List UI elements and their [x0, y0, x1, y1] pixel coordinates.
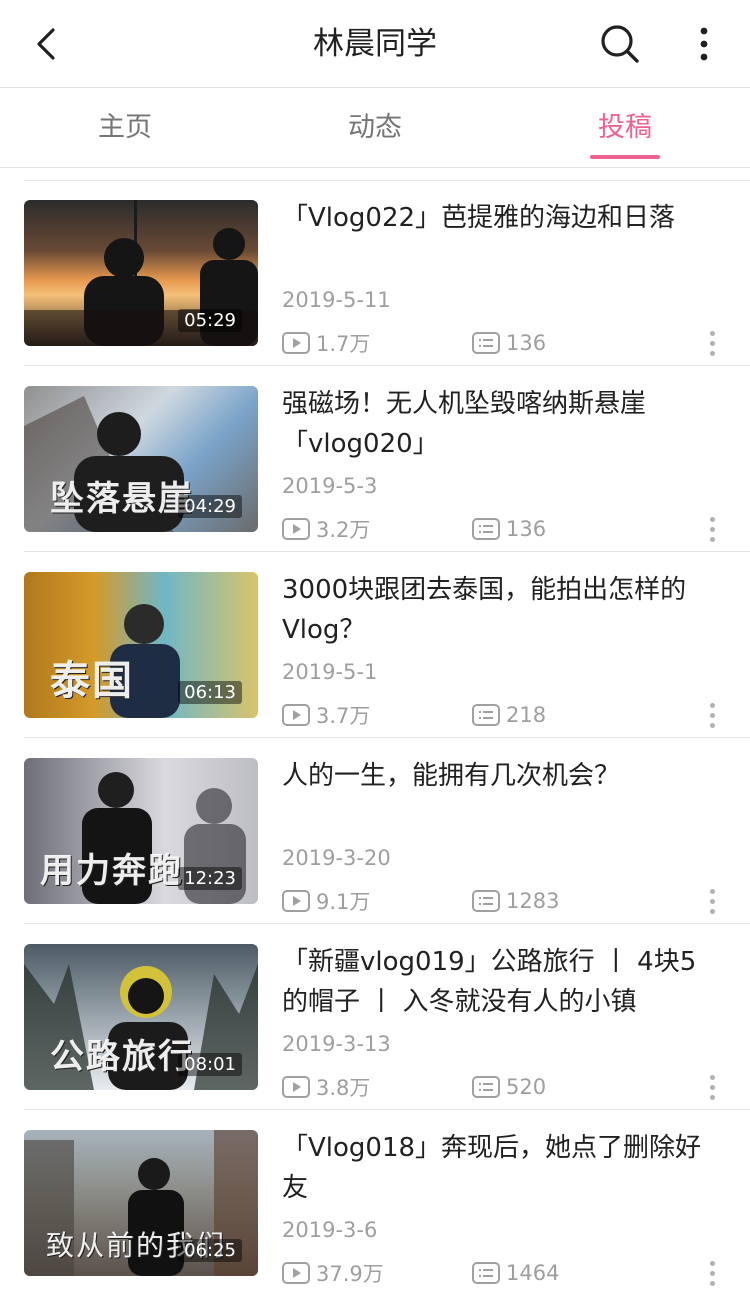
video-date: 2019-3-20 [282, 846, 391, 870]
search-icon [601, 25, 639, 63]
item-menu-icon [709, 1074, 715, 1080]
item-menu-button[interactable] [696, 1070, 728, 1104]
video-item[interactable]: 公路旅行 08:01 「新疆vlog019」公路旅行 丨 4块5的帽子 丨 入冬… [0, 924, 750, 1110]
item-menu-icon [709, 516, 715, 522]
duration-badge: 04:29 [178, 495, 242, 518]
tab-activity[interactable]: 动态 [250, 88, 500, 168]
play-count-value: 9.1万 [316, 890, 371, 914]
video-title[interactable]: 「Vlog018」奔现后，她点了删除好友 [282, 1128, 722, 1208]
item-menu-button[interactable] [696, 698, 728, 732]
play-count-value: 3.8万 [316, 1076, 371, 1100]
comment-count: 520 [472, 1072, 546, 1102]
back-button[interactable] [22, 22, 70, 66]
app-header: 林晨同学 [0, 0, 750, 88]
comment-icon [472, 1076, 500, 1098]
comment-icon [472, 332, 500, 354]
comment-count: 1283 [472, 886, 559, 916]
play-count-value: 1.7万 [316, 332, 371, 356]
video-thumbnail[interactable]: 泰国 06:13 [24, 572, 258, 718]
comment-count: 136 [472, 514, 546, 544]
play-count: 1.7万 [282, 328, 370, 358]
search-button[interactable] [596, 22, 644, 66]
comment-icon [472, 1262, 500, 1284]
comment-count: 1464 [472, 1258, 559, 1288]
comment-icon [472, 704, 500, 726]
video-item[interactable]: 坠落悬崖 04:29 强磁场！无人机坠毁喀纳斯悬崖「vlog020」 2019-… [0, 366, 750, 552]
video-title[interactable]: 「新疆vlog019」公路旅行 丨 4块5的帽子 丨 入冬就没有人的小镇 [282, 942, 722, 1022]
video-item[interactable]: 泰国 06:13 3000块跟团去泰国，能拍出怎样的Vlog？ 2019-5-1… [0, 552, 750, 738]
back-arrow-icon [37, 28, 55, 60]
item-menu-icon [709, 1260, 715, 1266]
video-thumbnail[interactable]: 用力奔跑 12:23 [24, 758, 258, 904]
duration-badge: 05:29 [178, 309, 242, 332]
item-menu-button[interactable] [696, 1256, 728, 1290]
video-title[interactable]: 3000块跟团去泰国，能拍出怎样的Vlog？ [282, 570, 722, 650]
play-count-icon [282, 518, 310, 540]
video-date: 2019-5-1 [282, 660, 378, 684]
video-date: 2019-3-6 [282, 1218, 378, 1242]
tab-home[interactable]: 主页 [0, 88, 250, 168]
play-count: 9.1万 [282, 886, 370, 916]
comment-icon [472, 890, 500, 912]
item-menu-icon [709, 888, 715, 894]
play-count: 3.2万 [282, 514, 370, 544]
comment-count-value: 136 [506, 331, 547, 355]
video-title[interactable]: 人的一生，能拥有几次机会？ [282, 756, 722, 796]
thumbnail-caption: 坠落悬崖 [50, 479, 194, 519]
duration-badge: 06:13 [178, 681, 242, 704]
more-vertical-icon [700, 27, 708, 61]
video-title[interactable]: 强磁场！无人机坠毁喀纳斯悬崖「vlog020」 [282, 384, 722, 464]
item-menu-button[interactable] [696, 884, 728, 918]
play-count-icon [282, 332, 310, 354]
video-thumbnail[interactable]: 05:29 [24, 200, 258, 346]
video-thumbnail[interactable]: 坠落悬崖 04:29 [24, 386, 258, 532]
play-count-value: 3.2万 [316, 518, 371, 542]
comment-count-value: 1283 [506, 889, 560, 913]
play-count-icon [282, 1262, 310, 1284]
play-count-icon [282, 890, 310, 912]
video-title[interactable]: 「Vlog022」芭提雅的海边和日落 [282, 198, 722, 238]
video-date: 2019-5-11 [282, 288, 391, 312]
play-count: 3.7万 [282, 700, 370, 730]
video-item[interactable]: 05:29 「Vlog022」芭提雅的海边和日落 2019-5-11 1.7万 … [0, 180, 750, 366]
item-menu-icon [709, 330, 715, 336]
item-menu-icon [709, 702, 715, 708]
duration-badge: 06:25 [178, 1239, 242, 1262]
play-count-icon [282, 1076, 310, 1098]
play-count-icon [282, 704, 310, 726]
comment-count-value: 218 [506, 703, 547, 727]
comment-count: 218 [472, 700, 546, 730]
active-tab-indicator [590, 155, 660, 159]
video-item[interactable]: 致从前的我们 06:25 「Vlog018」奔现后，她点了删除好友 2019-3… [0, 1110, 750, 1294]
thumbnail-caption: 泰国 [50, 658, 134, 704]
comment-count: 136 [472, 328, 546, 358]
thumbnail-caption: 用力奔跑 [40, 851, 184, 891]
video-item[interactable]: 用力奔跑 12:23 人的一生，能拥有几次机会？ 2019-3-20 9.1万 … [0, 738, 750, 924]
comment-count-value: 520 [506, 1075, 547, 1099]
thumbnail-caption: 公路旅行 [50, 1037, 194, 1077]
play-count: 3.8万 [282, 1072, 370, 1102]
more-button[interactable] [684, 22, 724, 66]
item-menu-button[interactable] [696, 512, 728, 546]
video-thumbnail[interactable]: 致从前的我们 06:25 [24, 1130, 258, 1276]
play-count: 37.9万 [282, 1258, 384, 1288]
video-list[interactable]: 05:29 「Vlog022」芭提雅的海边和日落 2019-5-11 1.7万 … [0, 168, 750, 1294]
item-menu-button[interactable] [696, 326, 728, 360]
comment-count-value: 1464 [506, 1261, 560, 1285]
play-count-value: 37.9万 [316, 1262, 384, 1286]
duration-badge: 12:23 [178, 867, 242, 890]
comment-icon [472, 518, 500, 540]
video-date: 2019-5-3 [282, 474, 378, 498]
comment-count-value: 136 [506, 517, 547, 541]
video-thumbnail[interactable]: 公路旅行 08:01 [24, 944, 258, 1090]
video-date: 2019-3-13 [282, 1032, 391, 1056]
play-count-value: 3.7万 [316, 704, 371, 728]
duration-badge: 08:01 [178, 1053, 242, 1076]
